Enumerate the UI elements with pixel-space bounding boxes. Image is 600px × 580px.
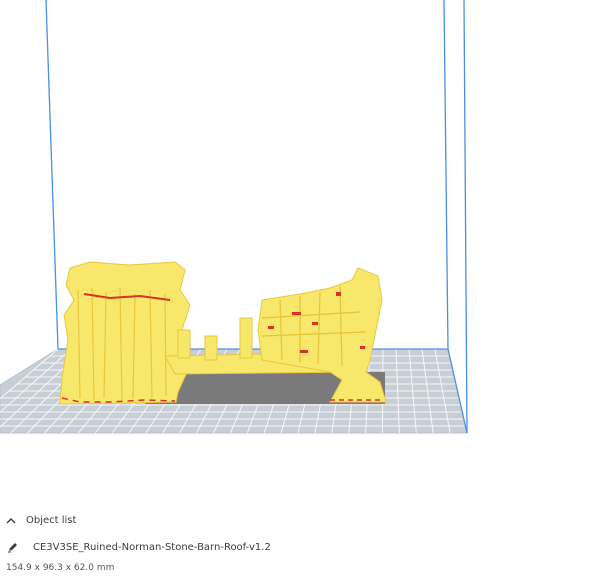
build-volume-scene[interactable] [0,0,600,505]
object-list-toggle[interactable]: Object list [5,515,76,526]
viewport-3d[interactable] [0,0,600,580]
object-file-name: CE3V3SE_Ruined-Norman-Stone-Barn-Roof-v1… [33,541,271,553]
object-file-row[interactable]: CE3V3SE_Ruined-Norman-Stone-Barn-Roof-v1… [7,541,271,553]
object-list-panel: Object list CE3V3SE_Ruined-Norman-Stone-… [0,505,600,580]
object-list-label: Object list [26,515,77,526]
pencil-icon[interactable] [7,541,19,553]
object-dimensions: 154.9 x 96.3 x 62.0 mm [6,563,114,573]
chevron-up-icon[interactable] [5,516,17,526]
object-dimensions-text: 154.9 x 96.3 x 62.0 mm [6,563,115,573]
